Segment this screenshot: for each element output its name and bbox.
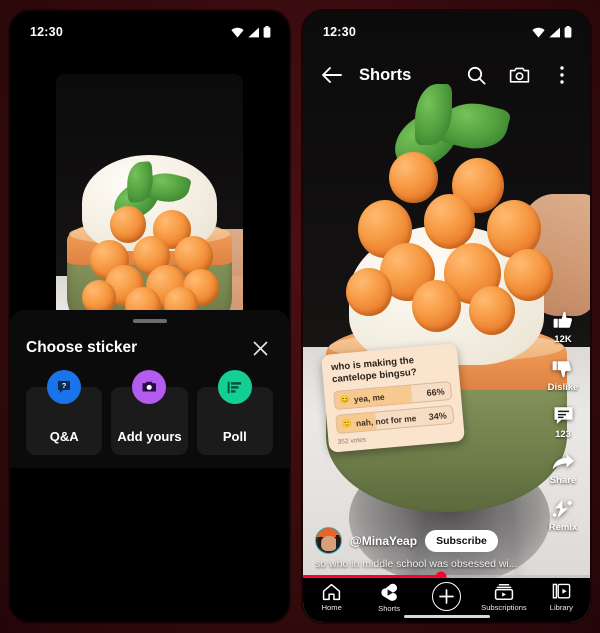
sticker-option-poll[interactable]: Poll: [196, 370, 273, 455]
dislike-label: Dislike: [547, 382, 579, 393]
plus-icon: [432, 582, 462, 611]
status-bar-icons: [231, 26, 271, 38]
back-arrow-icon[interactable]: [316, 60, 346, 90]
camera-icon[interactable]: [504, 60, 534, 90]
editor-canvas: Choose sticker ? Q&A Add yours Poll: [10, 53, 289, 468]
poll-sticker[interactable]: who is making the cantelope bingsu? 😊 ye…: [320, 343, 466, 454]
poll-option-percent: 66%: [426, 386, 446, 398]
sheet-title: Choose sticker: [26, 339, 138, 356]
subscriptions-icon: [494, 584, 514, 600]
avatar[interactable]: [315, 527, 342, 554]
video-caption[interactable]: so who in middle school was obsessed wi.…: [315, 558, 538, 570]
nav-item-library[interactable]: Library: [533, 583, 590, 612]
status-bar-icons: [532, 26, 572, 38]
nav-item-create[interactable]: [418, 582, 475, 613]
choose-sticker-sheet: Choose sticker ? Q&A Add yours Poll: [10, 310, 289, 468]
sticker-options-row: ? Q&A Add yours Poll: [26, 370, 273, 455]
battery-icon: [263, 26, 271, 38]
nav-item-label: Library: [549, 603, 573, 612]
left-phone-frame: 12:30 Choose sticker ? Q&A Add yours Pol…: [8, 9, 291, 624]
comment-icon: [554, 407, 572, 424]
sheet-drag-handle[interactable]: [132, 319, 167, 323]
like-count: 12K: [554, 334, 572, 345]
cellular-signal-icon: [248, 27, 259, 37]
poll-option-percent: 34%: [428, 410, 448, 422]
channel-row: @MinaYeap Subscribe: [315, 527, 498, 554]
remix-icon: [552, 499, 573, 519]
home-indicator: [403, 615, 490, 618]
battery-icon: [564, 26, 572, 38]
poll-option-emoji: 🙂: [341, 419, 353, 429]
thumbs-down-icon: [553, 361, 572, 378]
sticker-option-add-yours[interactable]: Add yours: [111, 370, 188, 455]
shorts-icon: [380, 583, 397, 601]
shorts-header: Shorts: [303, 53, 590, 97]
comment-count: 123: [555, 429, 571, 440]
status-bar-time: 12:30: [323, 25, 356, 39]
close-icon[interactable]: [247, 335, 273, 361]
poll-bars-icon: [217, 370, 252, 404]
sticker-option-label: Poll: [222, 429, 247, 444]
poll-question: who is making the cantelope bingsu?: [330, 355, 418, 385]
subscribe-button[interactable]: Subscribe: [425, 529, 498, 552]
nav-item-shorts[interactable]: Shorts: [360, 583, 417, 613]
sticker-option-qa[interactable]: ? Q&A: [26, 370, 103, 455]
nav-item-label: Home: [321, 603, 342, 612]
question-bubble-icon: ?: [47, 370, 82, 404]
more-vertical-icon[interactable]: [547, 60, 577, 90]
wifi-icon: [231, 27, 244, 37]
search-icon[interactable]: [461, 60, 491, 90]
right-phone-frame: 12:30 Shorts who is making the cantelope…: [301, 9, 592, 624]
nav-item-subscriptions[interactable]: Subscriptions: [475, 583, 532, 612]
sheet-header: Choose sticker: [26, 335, 273, 361]
share-label: Share: [549, 475, 577, 486]
thumbs-up-icon: [553, 311, 572, 328]
nav-item-home[interactable]: Home: [303, 583, 360, 612]
status-bar-right: 12:30: [303, 11, 590, 53]
library-icon: [552, 583, 571, 599]
svg-text:?: ?: [62, 381, 67, 390]
sticker-option-label: Q&A: [49, 429, 79, 444]
cellular-signal-icon: [549, 27, 560, 37]
like-button[interactable]: 12K: [552, 309, 575, 345]
poll-option-emoji: 😊: [339, 395, 351, 406]
channel-handle[interactable]: @MinaYeap: [350, 534, 417, 548]
page-title: Shorts: [359, 65, 412, 84]
remix-label: Remix: [548, 522, 578, 533]
comments-button[interactable]: 123: [552, 405, 575, 440]
sticker-option-label: Add yours: [117, 429, 182, 444]
dual-phone-mockup: 12:30 Choose sticker ? Q&A Add yours Pol…: [0, 0, 600, 633]
share-button[interactable]: Share: [550, 452, 576, 486]
home-icon: [323, 583, 341, 601]
wifi-icon: [532, 27, 545, 37]
share-arrow-icon: [552, 454, 574, 470]
dislike-button[interactable]: Dislike: [547, 357, 579, 393]
status-bar-time: 12:30: [30, 25, 63, 39]
nav-item-label: Subscriptions: [481, 603, 527, 612]
status-bar-left: 12:30: [10, 11, 289, 53]
remix-button[interactable]: Remix: [548, 498, 578, 533]
action-rail: 12K Dislike 123 Share Remix: [540, 309, 586, 543]
camera-icon: [132, 370, 167, 404]
nav-item-label: Shorts: [378, 604, 401, 613]
